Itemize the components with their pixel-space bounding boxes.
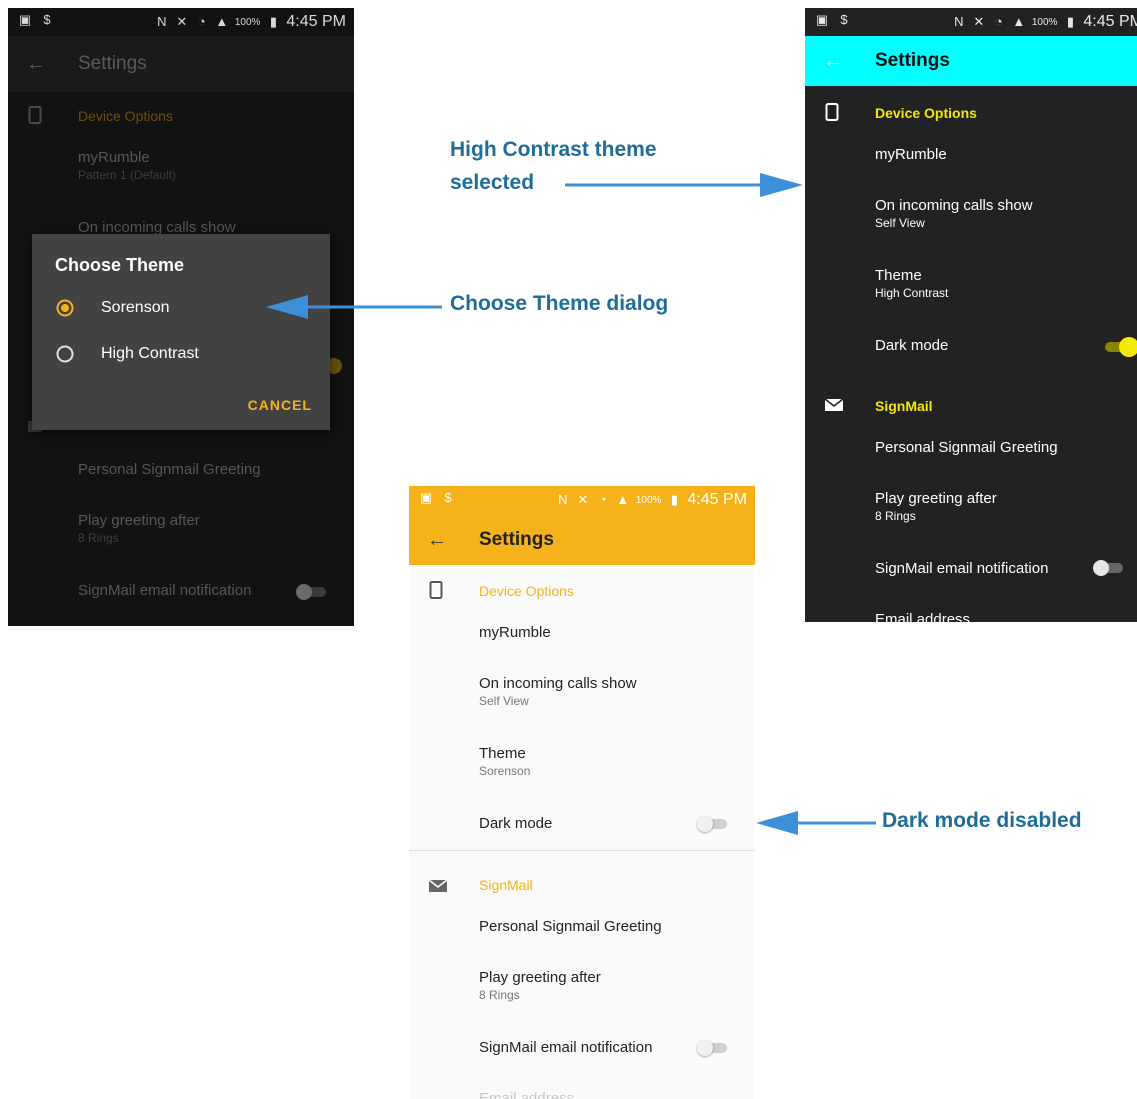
setting-myrumble[interactable]: myRumble xyxy=(479,624,755,642)
app-bar: ← Settings xyxy=(409,514,755,565)
phone-icon xyxy=(28,106,42,124)
back-arrow-icon[interactable]: ← xyxy=(427,530,447,550)
battery-percent: 100% xyxy=(234,16,261,28)
clock: 4:45 PM xyxy=(286,13,346,30)
dialog-title: Choose Theme xyxy=(55,255,185,275)
email-notification-toggle[interactable] xyxy=(1093,560,1125,576)
page-title: Settings xyxy=(875,50,950,71)
section-header-device: Device Options xyxy=(875,105,977,121)
annotation-dark-mode-disabled: Dark mode disabled xyxy=(882,809,1082,832)
signal-icon: ▲ xyxy=(1012,14,1026,29)
arrow-to-high-contrast xyxy=(565,173,803,197)
annotation-high-contrast-line1: High Contrast theme xyxy=(450,138,657,161)
clock: 4:45 PM xyxy=(1083,13,1137,30)
setting-dark-mode[interactable]: Dark mode xyxy=(875,337,1137,355)
battery-icon: ▮ xyxy=(670,492,678,507)
email-notification-toggle[interactable] xyxy=(697,1040,729,1056)
status-bar: ▣ $ N ✕ ◔ ▲ 100% ▮ 4:45 PM xyxy=(409,486,755,514)
clock: 4:45 PM xyxy=(687,491,747,508)
nfc-icon: N xyxy=(954,14,964,29)
annotation-high-contrast-line2: selected xyxy=(450,171,535,194)
setting-incoming-calls[interactable]: On incoming calls show Self View xyxy=(479,675,755,709)
mail-icon xyxy=(429,879,447,892)
setting-myrumble-label: myRumble xyxy=(78,149,150,166)
screen-high-contrast: ▣ $ N ✕ ◔ ▲ 100% ▮ 4:45 PM ← Settings De… xyxy=(805,8,1137,622)
setting-personal-greeting[interactable]: Personal Signmail Greeting xyxy=(78,461,354,479)
section-header-signmail: SignMail xyxy=(875,398,933,414)
radio-label-sorenson: Sorenson xyxy=(101,299,170,316)
mute-icon: ✕ xyxy=(577,492,589,507)
cancel-button[interactable]: CANCEL xyxy=(248,397,312,413)
setting-email-address[interactable]: Email address xyxy=(875,611,1137,622)
mute-icon: ✕ xyxy=(973,14,985,29)
screen-sorenson: ▣ $ N ✕ ◔ ▲ 100% ▮ 4:45 PM ← Settings De… xyxy=(409,486,755,1099)
battery-icon: ▮ xyxy=(269,14,277,29)
arrow-to-choose-theme xyxy=(266,295,442,319)
choose-theme-dialog: Choose Theme Sorenson High Contrast CANC… xyxy=(32,234,330,430)
wifi-icon: ◔ xyxy=(994,14,1003,29)
back-arrow-icon[interactable]: ← xyxy=(26,54,46,74)
wifi-icon: ◔ xyxy=(598,492,607,507)
app-bar: ← Settings xyxy=(8,36,354,92)
arrow-to-dark-mode xyxy=(756,811,876,835)
app-bar: ← Settings xyxy=(805,36,1137,86)
signal-icon: ▲ xyxy=(616,492,630,507)
section-divider xyxy=(409,850,755,851)
nfc-icon: N xyxy=(558,492,568,507)
battery-icon: ▮ xyxy=(1066,14,1074,29)
radio-label-high-contrast: High Contrast xyxy=(101,345,199,362)
radio-option-high-contrast[interactable]: High Contrast xyxy=(32,338,330,370)
gallery-icon: ▣ xyxy=(815,12,829,27)
battery-percent: 100% xyxy=(1031,16,1058,28)
sync-icon: $ xyxy=(444,490,452,505)
dark-mode-toggle[interactable] xyxy=(1101,337,1137,357)
status-bar: ▣ $ N ✕ ◔ ▲ 100% ▮ 4:45 PM xyxy=(805,8,1137,36)
dark-mode-toggle[interactable] xyxy=(697,816,729,832)
back-arrow-icon[interactable]: ← xyxy=(823,51,843,71)
setting-myrumble[interactable]: myRumble xyxy=(875,146,1137,164)
nfc-icon: N xyxy=(157,14,167,29)
page-title: Settings xyxy=(479,528,554,550)
setting-play-greeting[interactable]: Play greeting after 8 Rings xyxy=(875,490,1137,524)
radio-selected-icon[interactable] xyxy=(56,299,74,317)
mail-icon xyxy=(825,398,843,411)
battery-percent: 100% xyxy=(635,494,662,506)
setting-email-address[interactable]: Email address xyxy=(479,1090,755,1099)
setting-personal-greeting[interactable]: Personal Signmail Greeting xyxy=(875,439,1137,457)
setting-personal-greeting[interactable]: Personal Signmail Greeting xyxy=(479,918,755,936)
setting-incoming-calls[interactable]: On incoming calls show Self View xyxy=(875,197,1137,231)
setting-play-greeting[interactable]: Play greeting after 8 Rings xyxy=(479,969,755,1003)
section-header-device: Device Options xyxy=(479,583,574,599)
email-notification-toggle-dimmed xyxy=(296,584,328,600)
setting-myrumble-value: Pattern 1 (Default) xyxy=(78,168,177,182)
signal-icon: ▲ xyxy=(215,14,229,29)
setting-myrumble[interactable]: myRumble Pattern 1 (Default) xyxy=(78,149,354,183)
setting-play-greeting[interactable]: Play greeting after 8 Rings xyxy=(78,512,354,546)
status-bar: ▣ $ N ✕ ◔ ▲ 100% ▮ 4:45 PM xyxy=(8,8,354,36)
section-header-signmail: SignMail xyxy=(479,877,533,893)
gallery-icon: ▣ xyxy=(18,12,32,27)
annotation-choose-theme: Choose Theme dialog xyxy=(450,292,669,315)
setting-theme[interactable]: Theme High Contrast xyxy=(875,267,1137,301)
gallery-icon: ▣ xyxy=(419,490,433,505)
phone-icon xyxy=(429,581,443,599)
wifi-icon: ◔ xyxy=(197,14,206,29)
page-title: Settings xyxy=(78,53,147,74)
setting-theme[interactable]: Theme Sorenson xyxy=(479,745,755,779)
radio-unselected-icon[interactable] xyxy=(56,345,74,363)
section-header-device: Device Options xyxy=(78,108,173,124)
phone-icon xyxy=(825,103,839,121)
sync-icon: $ xyxy=(43,12,51,27)
sync-icon: $ xyxy=(840,12,848,27)
mute-icon: ✕ xyxy=(176,14,188,29)
